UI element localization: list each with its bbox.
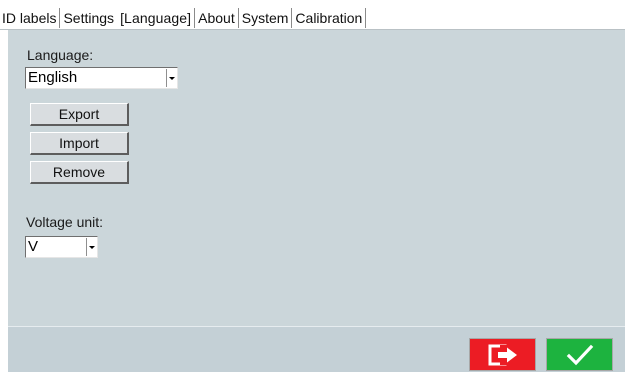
tab-about[interactable]: About [195,8,238,28]
bottom-action-bar [8,326,625,372]
language-label: Language: [27,47,94,63]
chevron-down-icon[interactable] [86,238,96,256]
voltage-unit-select[interactable]: V [25,236,98,258]
tab-settings[interactable]: Settings [60,8,117,28]
language-settings-panel: Language: English Export Import Remove V… [8,30,625,326]
exit-button[interactable] [469,338,536,371]
tab-bar: ID labels Settings [Language] About Syst… [0,6,625,30]
voltage-unit-select-value: V [28,238,39,255]
language-select[interactable]: English [25,67,178,89]
ok-button[interactable] [546,338,613,371]
tab-language[interactable]: [Language] [117,8,194,28]
voltage-unit-label: Voltage unit: [26,214,104,230]
chevron-down-icon[interactable] [166,69,176,87]
import-button[interactable]: Import [30,132,129,155]
tab-separator [365,7,367,28]
remove-button[interactable]: Remove [30,161,129,184]
tab-system[interactable]: System [239,8,292,28]
tab-calibration[interactable]: Calibration [292,8,365,28]
tab-id-labels[interactable]: ID labels [0,8,59,28]
exit-icon [488,344,517,365]
language-select-value: English [28,69,78,86]
export-button[interactable]: Export [30,103,129,126]
checkmark-icon [566,344,593,365]
